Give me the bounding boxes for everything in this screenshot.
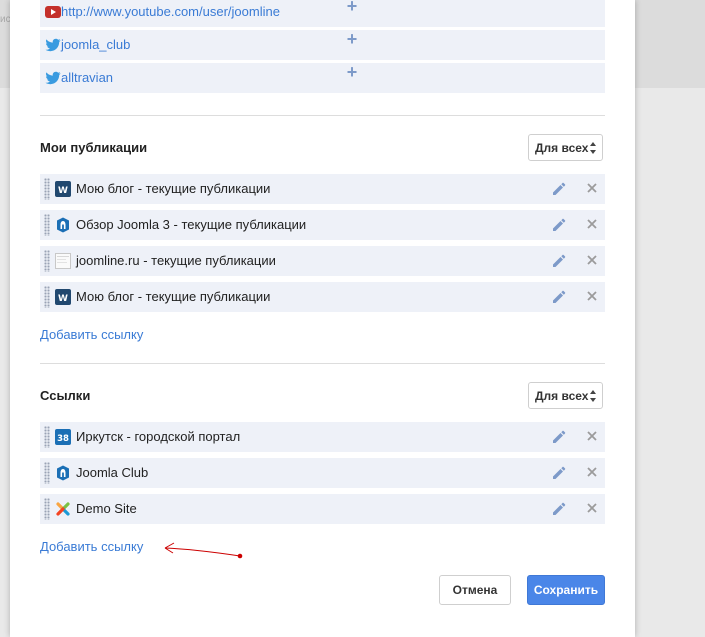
- pencil-icon[interactable]: [552, 218, 566, 232]
- wordpress-icon: W: [55, 289, 71, 305]
- joomla-blue-icon: [55, 465, 71, 481]
- pencil-icon[interactable]: [552, 466, 566, 480]
- add-plus-icon[interactable]: +: [345, 0, 359, 15]
- drag-handle-icon[interactable]: [44, 286, 50, 308]
- twitter-icon: [45, 38, 61, 52]
- save-button[interactable]: Сохранить: [527, 575, 605, 605]
- publication-row: Обзор Joomla 3 - текущие публикации: [40, 210, 605, 240]
- svg-text:W: W: [58, 186, 68, 196]
- link-row: Joomla Club: [40, 458, 605, 488]
- add-link-link[interactable]: Добавить ссылку: [40, 539, 143, 554]
- link-row: Demo Site: [40, 494, 605, 524]
- close-icon[interactable]: [586, 182, 598, 194]
- pencil-icon[interactable]: [552, 430, 566, 444]
- irk-38-icon: 38: [55, 429, 71, 445]
- close-icon[interactable]: [586, 290, 598, 302]
- publications-title: Мои публикации: [40, 140, 148, 155]
- drag-handle-icon[interactable]: [44, 250, 50, 272]
- close-icon[interactable]: [586, 218, 598, 230]
- select-arrows-icon: [589, 389, 597, 403]
- link-label: Joomla Club: [76, 465, 149, 480]
- link-label: Demo Site: [76, 501, 137, 516]
- visibility-label: Для всех: [535, 389, 589, 403]
- close-icon[interactable]: [586, 466, 598, 478]
- social-link-twitter-alltravian[interactable]: alltravian: [61, 70, 113, 85]
- publication-label: Обзор Joomla 3 - текущие публикации: [76, 217, 307, 232]
- add-plus-icon[interactable]: +: [345, 63, 359, 81]
- add-plus-icon[interactable]: +: [345, 30, 359, 48]
- drag-handle-icon[interactable]: [44, 498, 50, 520]
- social-row-youtube: http://www.youtube.com/user/joomline +: [40, 0, 605, 27]
- publications-visibility-select[interactable]: Для всех: [528, 134, 603, 161]
- publication-label: Мою блог - текущие публикации: [76, 289, 271, 304]
- annotation-arrow-icon: [160, 537, 255, 562]
- links-title: Ссылки: [40, 388, 91, 403]
- drag-handle-icon[interactable]: [44, 462, 50, 484]
- select-arrows-icon: [589, 141, 597, 155]
- youtube-icon: [45, 5, 61, 19]
- cancel-button[interactable]: Отмена: [439, 575, 511, 605]
- drag-handle-icon[interactable]: [44, 426, 50, 448]
- joomla-blue-icon: [55, 217, 71, 233]
- joomla-logo-icon: [55, 501, 71, 517]
- close-icon[interactable]: [586, 502, 598, 514]
- publication-row: joomline.ru - текущие публикации: [40, 246, 605, 276]
- publication-label: joomline.ru - текущие публикации: [76, 253, 276, 268]
- add-publication-link[interactable]: Добавить ссылку: [40, 327, 143, 342]
- links-visibility-select[interactable]: Для всех: [528, 382, 603, 409]
- drag-handle-icon[interactable]: [44, 178, 50, 200]
- section-divider: [40, 363, 605, 364]
- page-icon: [55, 253, 71, 269]
- svg-text:W: W: [58, 294, 68, 304]
- publication-row: W Мою блог - текущие публикации: [40, 174, 605, 204]
- link-row: 38 Иркутск - городской портал: [40, 422, 605, 452]
- wordpress-icon: W: [55, 181, 71, 197]
- link-label: Иркутск - городской портал: [76, 429, 241, 444]
- social-link-twitter-joomla-club[interactable]: joomla_club: [61, 37, 130, 52]
- visibility-label: Для всех: [535, 141, 589, 155]
- publication-row: W Мою блог - текущие публикации: [40, 282, 605, 312]
- publication-label: Мою блог - текущие публикации: [76, 181, 271, 196]
- pencil-icon[interactable]: [552, 290, 566, 304]
- social-link-youtube[interactable]: http://www.youtube.com/user/joomline: [61, 4, 280, 19]
- social-row-twitter-2: alltravian +: [40, 63, 605, 93]
- irk-icon-text: 38: [57, 434, 69, 444]
- drag-handle-icon[interactable]: [44, 214, 50, 236]
- twitter-icon: [45, 71, 61, 85]
- pencil-icon[interactable]: [552, 254, 566, 268]
- section-divider: [40, 115, 605, 116]
- background-text: ис: [0, 14, 10, 25]
- close-icon[interactable]: [586, 254, 598, 266]
- social-row-twitter-1: joomla_club +: [40, 30, 605, 60]
- pencil-icon[interactable]: [552, 502, 566, 516]
- close-icon[interactable]: [586, 430, 598, 442]
- pencil-icon[interactable]: [552, 182, 566, 196]
- profile-links-modal: http://www.youtube.com/user/joomline + j…: [10, 0, 635, 637]
